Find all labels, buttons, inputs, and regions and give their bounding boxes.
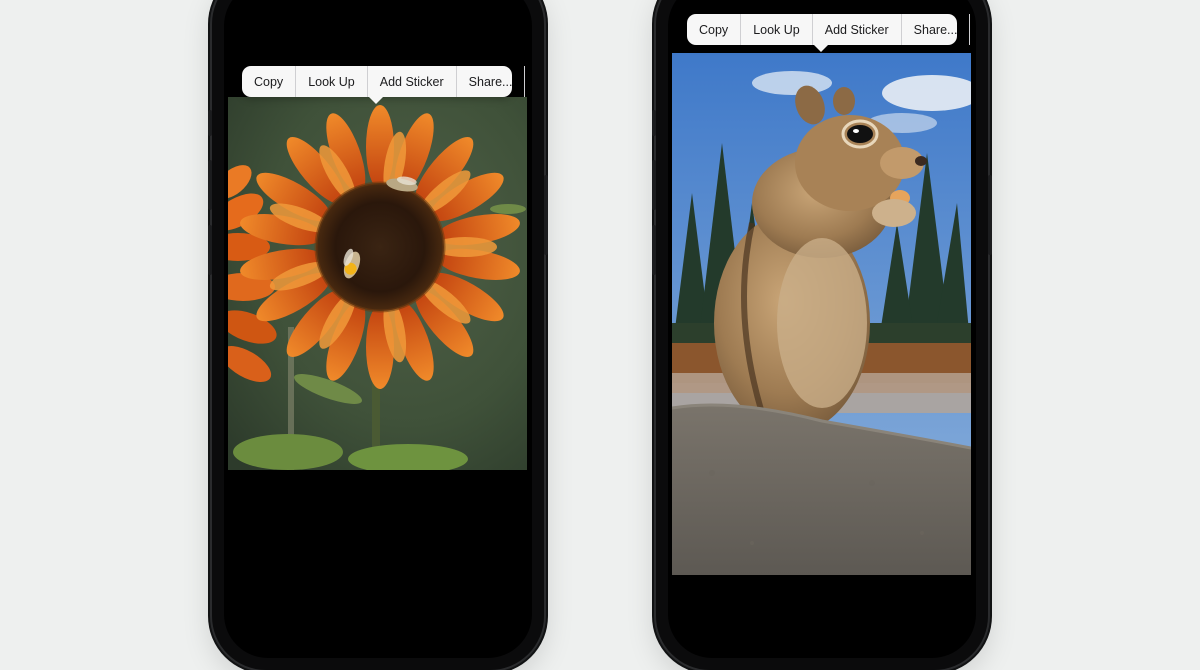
phone-screen: Copy Look Up Add Sticker Share... — [224, 0, 532, 658]
context-menu: Copy Look Up Add Sticker Share... — [687, 14, 971, 52]
volume-up-button — [208, 160, 212, 210]
side-button — [208, 110, 212, 136]
menu-item-copy[interactable]: Copy — [687, 14, 742, 45]
context-menu: Copy Look Up Add Sticker Share... — [242, 66, 526, 104]
volume-down-button — [208, 225, 212, 275]
squirrel-photo[interactable] — [672, 53, 971, 575]
squirrel-illustration — [672, 53, 971, 575]
menu-pointer — [369, 97, 383, 104]
phone-right: Copy Look Up Add Sticker Share... — [652, 0, 992, 670]
power-button — [988, 175, 992, 255]
volume-up-button — [652, 160, 656, 210]
menu-item-copy[interactable]: Copy — [242, 66, 297, 97]
sunflower-illustration — [228, 97, 527, 470]
volume-down-button — [652, 225, 656, 275]
power-button — [544, 175, 548, 255]
menu-pointer — [814, 45, 828, 52]
menu-item-share[interactable]: Share... — [902, 14, 971, 45]
phone-left: Copy Look Up Add Sticker Share... — [208, 0, 548, 670]
menu-item-look-up[interactable]: Look Up — [296, 66, 368, 97]
menu-item-add-sticker[interactable]: Add Sticker — [368, 66, 457, 97]
menu-item-share[interactable]: Share... — [457, 66, 526, 97]
side-button — [652, 110, 656, 136]
menu-item-look-up[interactable]: Look Up — [741, 14, 813, 45]
phone-screen: Copy Look Up Add Sticker Share... — [668, 0, 976, 658]
menu-item-add-sticker[interactable]: Add Sticker — [813, 14, 902, 45]
sunflower-photo[interactable] — [228, 97, 527, 470]
